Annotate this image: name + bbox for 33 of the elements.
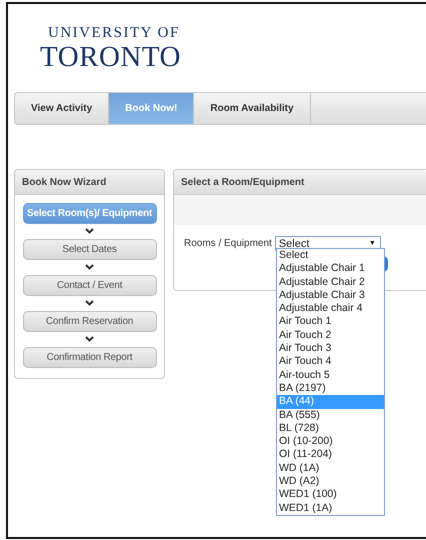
wizard-step[interactable]: Contact / Event — [22, 275, 156, 296]
dropdown-option[interactable]: BL (728) — [277, 422, 384, 436]
dropdown-option[interactable]: Adjustable Chair 2 — [277, 276, 384, 289]
dropdown-option[interactable]: BA (2197) — [277, 382, 384, 396]
chevron-down-icon — [85, 336, 94, 342]
dropdown-option[interactable]: Air-touch 5 — [277, 368, 384, 382]
panel-title: Select a Room/Equipment — [181, 176, 304, 188]
dropdown-option[interactable]: WED1 (1A) — [277, 502, 384, 515]
dropdown-option[interactable]: Adjustable Chair 3 — [277, 288, 384, 302]
logo-text: TORONTO — [40, 42, 181, 72]
dropdown-option[interactable]: BA (555) — [277, 408, 384, 422]
dropdown-option[interactable]: Select — [277, 249, 384, 262]
dropdown-option[interactable]: Adjustable Chair 1 — [277, 262, 384, 276]
chevron-down-icon — [85, 264, 94, 270]
dropdown-option[interactable]: OI (11-204) — [277, 448, 384, 462]
dropdown-option[interactable]: WD (1A) — [277, 462, 384, 476]
field-label: Rooms / Equipment — [184, 238, 272, 249]
dropdown-option[interactable]: Air Touch 1 — [277, 315, 384, 329]
dropdown-option[interactable]: WD (A2) — [277, 475, 384, 488]
dropdown-option[interactable]: OI (10-200) — [277, 435, 384, 448]
chevron-down-icon — [85, 228, 94, 234]
wizard-step[interactable]: Confirmation Report — [22, 347, 156, 368]
panel-title: Book Now Wizard — [22, 176, 106, 188]
wizard-step[interactable]: Select Dates — [22, 239, 156, 260]
dropdown-option[interactable]: Air Touch 4 — [277, 355, 384, 369]
dropdown-option[interactable]: Air Touch 2 — [277, 328, 384, 342]
logo-text: UNIVERSITY OF — [47, 24, 181, 42]
dropdown-option[interactable]: Air Touch 3 — [277, 342, 384, 356]
chevron-down-icon — [85, 300, 94, 306]
dropdown-option[interactable]: Adjustable chair 4 — [277, 302, 384, 316]
nav-tab[interactable]: Room Availability — [194, 93, 311, 124]
wizard-step[interactable]: Confirm Reservation — [22, 311, 156, 332]
dropdown-option[interactable]: WED1 (100) — [277, 488, 384, 502]
